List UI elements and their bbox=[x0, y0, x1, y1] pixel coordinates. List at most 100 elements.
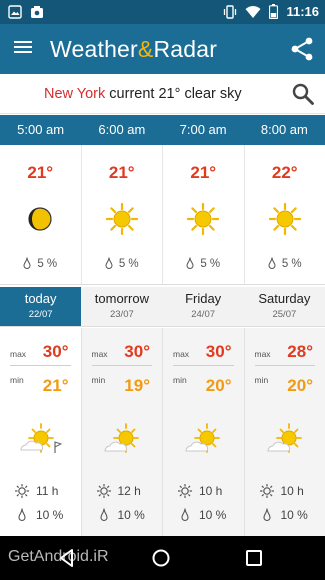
raindrop-icon bbox=[18, 508, 26, 521]
sun-hours-value: 12 h bbox=[117, 484, 141, 498]
status-time: 11:16 bbox=[286, 4, 319, 19]
back-icon bbox=[60, 549, 73, 567]
hourly-header: 5:00 am 6:00 am 7:00 am 8:00 am bbox=[0, 115, 325, 145]
location-city: New York bbox=[44, 86, 106, 102]
sun-icon bbox=[105, 203, 138, 235]
hour-time: 7:00 am bbox=[179, 122, 227, 137]
hour-rain-value: 5 % bbox=[118, 258, 139, 270]
min-label: min bbox=[173, 375, 187, 385]
sun-cloud-icon bbox=[185, 423, 221, 453]
tab-tomorrow[interactable]: tomorrow 23/07 bbox=[81, 287, 162, 326]
navigation-bar: GetAndroid.iR bbox=[0, 536, 325, 580]
divider bbox=[91, 365, 152, 366]
sun-outline-icon bbox=[259, 484, 274, 498]
tab-today[interactable]: today 22/07 bbox=[0, 287, 82, 326]
rain-value: 10 % bbox=[199, 508, 227, 522]
back-button[interactable] bbox=[57, 548, 77, 568]
hour-temp: 21° bbox=[190, 163, 217, 182]
raindrop-icon bbox=[105, 257, 113, 269]
day-name: Saturday bbox=[258, 291, 311, 306]
divider bbox=[254, 365, 315, 366]
hour-rain: 5 % bbox=[82, 257, 163, 270]
rain-chance: 10 % bbox=[96, 508, 145, 522]
menu-icon bbox=[14, 41, 36, 53]
battery-icon bbox=[269, 4, 279, 19]
min-label: min bbox=[91, 375, 106, 385]
rain-chance: 10 % bbox=[259, 508, 308, 522]
recent-apps-button[interactable] bbox=[245, 549, 263, 567]
sun-icon bbox=[187, 203, 220, 235]
raindrop-icon bbox=[186, 257, 194, 269]
recent-apps-icon bbox=[246, 550, 262, 566]
min-label: min bbox=[254, 375, 269, 385]
min-temp: 20° bbox=[205, 376, 232, 395]
daily-tabs: today 22/07 tomorrow 23/07 Friday 24/07 … bbox=[0, 287, 325, 327]
day-column[interactable]: max 28° min 20° 10 h 10 % bbox=[244, 328, 325, 536]
sun-hours: 12 h bbox=[96, 484, 141, 498]
sun-cloud-wind-icon bbox=[20, 423, 63, 453]
app-title: Weather&Radar bbox=[50, 36, 217, 63]
hour-time: 8:00 am bbox=[260, 122, 308, 137]
day-name: tomorrow bbox=[94, 291, 149, 306]
tab-friday[interactable]: Friday 24/07 bbox=[163, 287, 244, 326]
day-date: 22/07 bbox=[28, 309, 53, 320]
hour-temp: 21° bbox=[108, 163, 135, 182]
sun-hours-value: 10 h bbox=[280, 484, 304, 498]
share-button[interactable] bbox=[289, 36, 315, 62]
home-icon bbox=[152, 549, 170, 567]
max-label: max bbox=[173, 349, 190, 359]
home-button[interactable] bbox=[151, 548, 171, 568]
raindrop-icon bbox=[181, 508, 189, 521]
hour-rain: 5 % bbox=[163, 257, 244, 270]
current-temp: 21° bbox=[158, 86, 181, 102]
day-column[interactable]: max 30° min 20° 10 h 10 % bbox=[163, 328, 245, 536]
raindrop-icon bbox=[23, 257, 31, 269]
sun-cloud-icon bbox=[104, 423, 139, 453]
hour-time: 5:00 am bbox=[17, 122, 65, 137]
day-column[interactable]: max 30° min 21° 11 h 10 % bbox=[0, 328, 82, 536]
day-column[interactable]: max 30° min 19° 12 h 10 % bbox=[81, 328, 163, 536]
divider bbox=[173, 365, 234, 366]
hour-column[interactable]: 21° 5 % bbox=[82, 145, 163, 284]
max-label: max bbox=[10, 349, 27, 359]
moon-icon bbox=[28, 207, 52, 231]
rain-chance: 10 % bbox=[177, 508, 226, 522]
hour-column[interactable]: 22° 5 % bbox=[245, 145, 325, 284]
daily-forecast: max 30° min 21° 11 h 10 % max 30° min 19… bbox=[0, 328, 325, 536]
max-temp: 30° bbox=[205, 342, 232, 361]
status-bar: 11:16 bbox=[0, 0, 325, 24]
sun-hours: 10 h bbox=[259, 484, 304, 498]
sun-hours: 11 h bbox=[14, 484, 58, 498]
status-left-icons bbox=[8, 5, 44, 19]
hourly-forecast[interactable]: 21° 5 % 21° 5 % 21° 5 % 22° 5 % bbox=[0, 145, 325, 285]
raindrop-icon bbox=[262, 508, 271, 521]
max-temp: 28° bbox=[287, 342, 313, 361]
hour-temp: 22° bbox=[271, 163, 298, 182]
day-date: 23/07 bbox=[109, 309, 134, 320]
hour-rain: 5 % bbox=[0, 257, 81, 270]
hour-column[interactable]: 21° 5 % bbox=[0, 145, 82, 284]
hour-column[interactable]: 21° 5 % bbox=[163, 145, 245, 284]
menu-button[interactable] bbox=[14, 38, 36, 60]
vibrate-icon bbox=[224, 4, 237, 19]
share-icon bbox=[291, 37, 313, 61]
max-temp: 30° bbox=[42, 342, 69, 361]
rain-chance: 10 % bbox=[14, 508, 63, 522]
current-conditions[interactable]: New York current 21° clear sky bbox=[44, 86, 242, 102]
tab-saturday[interactable]: Saturday 25/07 bbox=[244, 287, 325, 326]
search-button[interactable] bbox=[291, 82, 315, 106]
brand-amp: & bbox=[137, 36, 154, 62]
status-right-icons: 11:16 bbox=[223, 4, 319, 19]
search-icon bbox=[292, 83, 314, 105]
app-bar: Weather&Radar bbox=[0, 24, 325, 74]
day-date: 24/07 bbox=[191, 309, 216, 320]
hour-rain-value: 5 % bbox=[200, 258, 221, 270]
wifi-icon bbox=[245, 5, 261, 18]
sun-hours: 10 h bbox=[177, 484, 222, 498]
sun-outline-icon bbox=[96, 484, 111, 498]
max-label: max bbox=[254, 349, 271, 359]
location-bar: New York current 21° clear sky bbox=[0, 74, 325, 114]
photo-icon bbox=[31, 6, 43, 18]
rain-value: 10 % bbox=[36, 508, 64, 522]
raindrop-icon bbox=[99, 508, 108, 521]
